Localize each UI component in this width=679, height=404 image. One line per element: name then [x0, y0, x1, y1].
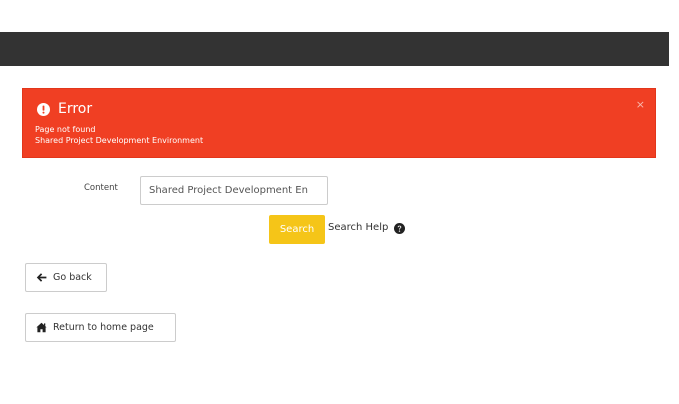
go-back-button[interactable]: Go back — [25, 263, 107, 292]
search-help-label: Search Help — [328, 222, 389, 233]
content-label: Content — [84, 183, 118, 193]
go-back-label: Go back — [53, 272, 92, 283]
search-button[interactable]: Search — [269, 215, 325, 244]
arrow-left-icon — [36, 272, 47, 283]
alert-message: Page not found — [35, 125, 96, 134]
return-home-button[interactable]: Return to home page — [25, 313, 176, 342]
home-icon — [36, 322, 47, 333]
exclamation-circle-icon — [37, 102, 50, 116]
alert-header: Error — [37, 100, 92, 118]
error-alert: Error Page not found Shared Project Deve… — [22, 88, 656, 158]
alert-close-button[interactable]: × — [636, 99, 645, 110]
top-navigation-bar — [0, 32, 669, 66]
content-input[interactable] — [140, 176, 328, 205]
search-help-link[interactable]: Search Help — [328, 221, 406, 235]
alert-title: Error — [58, 101, 93, 117]
page: Error Page not found Shared Project Deve… — [0, 0, 679, 404]
question-circle-icon[interactable] — [394, 222, 406, 234]
return-home-label: Return to home page — [53, 322, 154, 333]
alert-detail: Shared Project Development Environment — [35, 136, 204, 145]
